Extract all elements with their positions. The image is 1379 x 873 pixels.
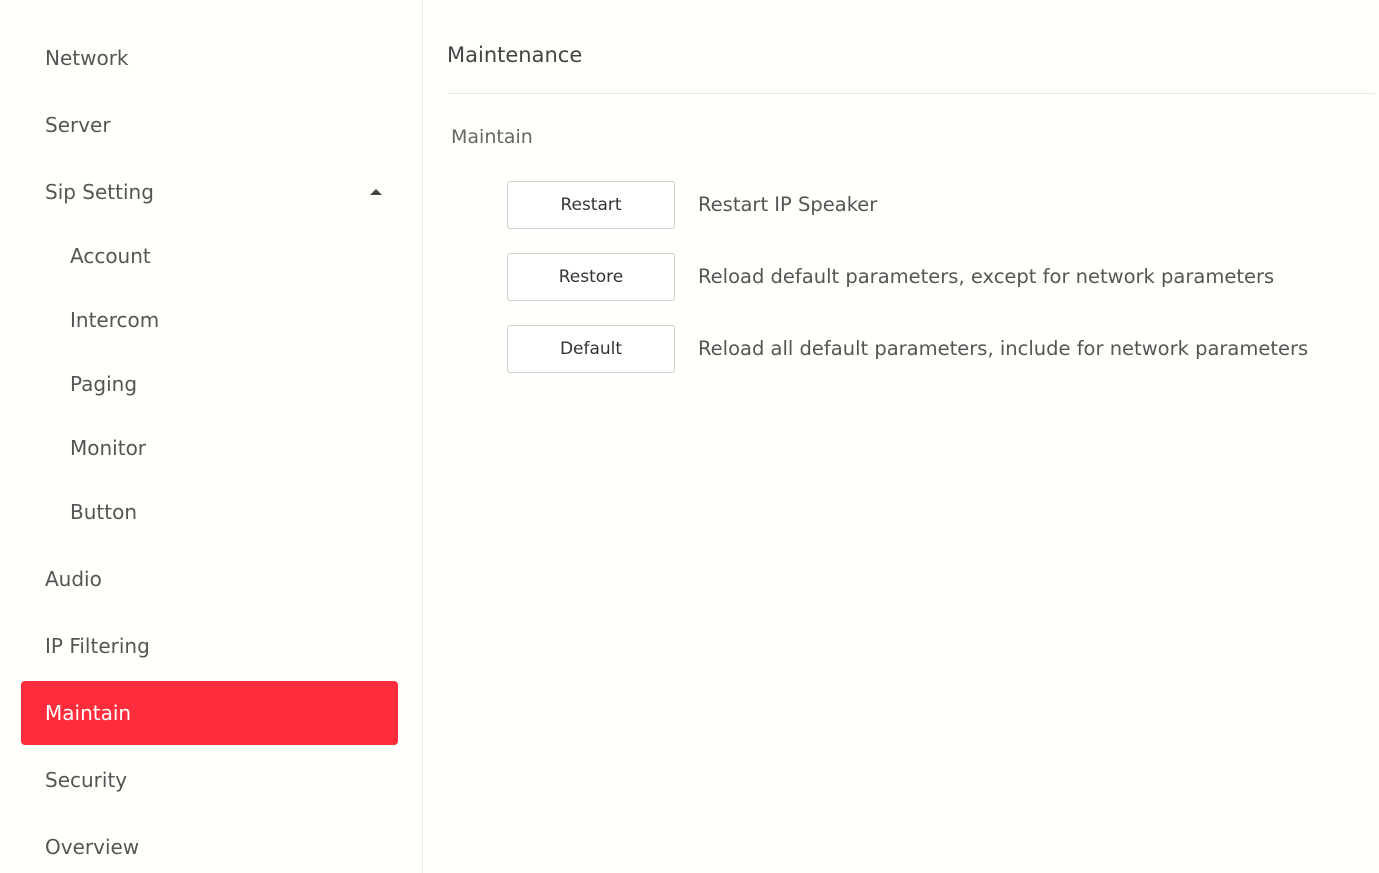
sidebar-item-label: IP Filtering <box>45 634 150 658</box>
sidebar-item-label: Monitor <box>70 436 147 460</box>
sidebar-item-label: Server <box>45 113 111 137</box>
restart-description: Restart IP Speaker <box>698 193 878 216</box>
sidebar-item-label: Overview <box>45 835 140 859</box>
restore-button[interactable]: Restore <box>507 253 675 301</box>
sidebar-item-audio[interactable]: Audio <box>21 547 398 611</box>
section-label: Maintain <box>451 126 533 148</box>
restart-button[interactable]: Restart <box>507 181 675 229</box>
sidebar-item-label: Security <box>45 768 128 792</box>
sidebar-item-security[interactable]: Security <box>21 748 398 812</box>
sidebar-item-label: Network <box>45 46 129 70</box>
caret-up-icon[interactable] <box>370 189 382 195</box>
sidebar-item-account[interactable]: Account <box>21 224 398 288</box>
sidebar-item-monitor[interactable]: Monitor <box>21 416 398 480</box>
sidebar-item-label: Sip Setting <box>45 180 154 204</box>
sidebar-item-label: Paging <box>70 372 138 396</box>
sidebar-item-button[interactable]: Button <box>21 480 398 544</box>
restore-description: Reload default parameters, except for ne… <box>698 265 1275 288</box>
sidebar-item-paging[interactable]: Paging <box>21 352 398 416</box>
main-content: Maintenance Maintain Restart Restart IP … <box>424 0 1379 873</box>
sidebar-item-intercom[interactable]: Intercom <box>21 288 398 352</box>
sidebar-item-label: Button <box>70 500 137 524</box>
sidebar-item-label: Intercom <box>70 308 160 332</box>
default-description: Reload all default parameters, include f… <box>698 337 1309 360</box>
sidebar-item-overview[interactable]: Overview <box>21 815 398 873</box>
app-root: Network Server Sip Setting Account Inter… <box>0 0 1379 873</box>
sidebar-item-network[interactable]: Network <box>21 26 398 90</box>
title-divider <box>448 93 1375 94</box>
sidebar-item-sip-setting[interactable]: Sip Setting <box>21 160 398 224</box>
sidebar-item-label: Audio <box>45 567 102 591</box>
sidebar-item-maintain[interactable]: Maintain <box>21 681 398 745</box>
sidebar-item-label: Account <box>70 244 151 268</box>
sidebar-item-ip-filtering[interactable]: IP Filtering <box>21 614 398 678</box>
sidebar-item-server[interactable]: Server <box>21 93 398 157</box>
default-button[interactable]: Default <box>507 325 675 373</box>
page-title: Maintenance <box>447 43 583 67</box>
sidebar: Network Server Sip Setting Account Inter… <box>0 0 423 873</box>
sidebar-item-label: Maintain <box>45 701 132 725</box>
